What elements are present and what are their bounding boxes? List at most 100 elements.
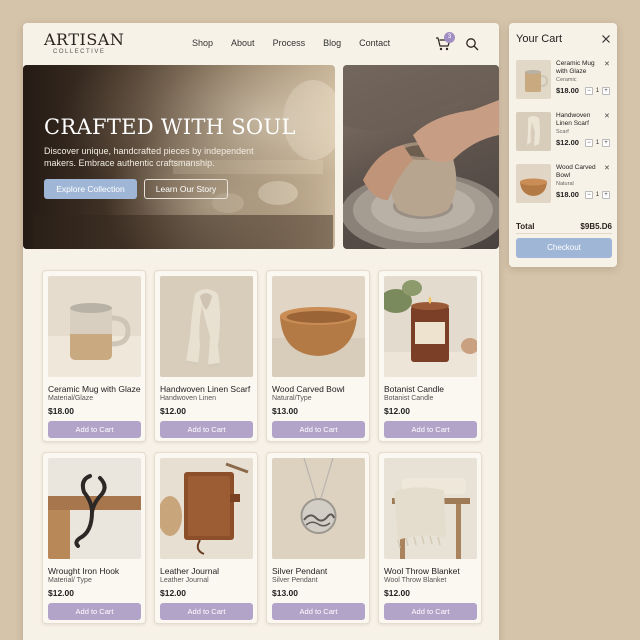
product-material: Material/ Type xyxy=(48,577,92,584)
top-nav: ARTISAN COLLECTIVE Shop About Process Bl… xyxy=(23,23,499,65)
product-price: $13.00 xyxy=(272,588,298,598)
checkout-button[interactable]: Checkout xyxy=(516,238,612,258)
nav-link-contact[interactable]: Contact xyxy=(359,38,390,48)
product-image-mug[interactable] xyxy=(48,276,141,377)
cart-item: Handwoven Linen Scarf Scarf $12.00 ✕ − 1… xyxy=(516,112,612,158)
product-material: Leather Journal xyxy=(160,577,209,584)
product-material: Wool Throw Blanket xyxy=(384,577,447,584)
cart-divider xyxy=(516,233,612,234)
add-to-cart-button[interactable]: Add to Cart xyxy=(48,421,141,438)
cart-item: Ceramic Mug with Glaze Ceramic $18.00 ✕ … xyxy=(516,60,612,106)
cart-item-name: Ceramic Mug with Glaze xyxy=(556,60,595,75)
cart-item-name: Wood Carved Bowl xyxy=(556,164,596,179)
plus-icon[interactable]: + xyxy=(602,139,610,147)
product-card[interactable]: Wool Throw Blanket Wool Throw Blanket $1… xyxy=(378,452,482,624)
nav-link-blog[interactable]: Blog xyxy=(323,38,341,48)
add-to-cart-button[interactable]: Add to Cart xyxy=(384,421,477,438)
cart-panel: Your Cart Ceramic Mug with Glaze Ceramic… xyxy=(509,23,617,267)
close-icon[interactable] xyxy=(601,34,611,44)
product-price: $18.00 xyxy=(48,406,74,416)
product-card[interactable]: Handwoven Linen Scarf Handwoven Linen $1… xyxy=(154,270,258,442)
product-price: $12.00 xyxy=(384,588,410,598)
cart-total-label: Total xyxy=(516,222,535,231)
explore-collection-button[interactable]: Explore Collection xyxy=(44,179,137,199)
product-material: Silver Pendant xyxy=(272,577,318,584)
product-image-pendant[interactable] xyxy=(272,458,365,559)
cart-item-thumb-mug xyxy=(516,60,551,99)
product-material: Material/Glaze xyxy=(48,395,94,402)
remove-item-icon[interactable]: ✕ xyxy=(604,164,610,172)
add-to-cart-button[interactable]: Add to Cart xyxy=(384,603,477,620)
product-price: $13.00 xyxy=(272,406,298,416)
product-name: Ceramic Mug with Glaze xyxy=(48,384,141,394)
remove-item-icon[interactable]: ✕ xyxy=(604,112,610,120)
product-name: Botanist Candle xyxy=(384,384,445,394)
nav-link-about[interactable]: About xyxy=(231,38,255,48)
minus-icon[interactable]: − xyxy=(585,139,593,147)
minus-icon[interactable]: − xyxy=(585,87,593,95)
product-card[interactable]: Wood Carved Bowl Natural/Type $13.00 Add… xyxy=(266,270,370,442)
remove-item-icon[interactable]: ✕ xyxy=(604,60,610,68)
cart-item-price: $18.00 xyxy=(556,86,579,95)
plus-icon[interactable]: + xyxy=(602,87,610,95)
quantity-stepper: − 1 + xyxy=(585,139,610,147)
learn-story-button[interactable]: Learn Our Story xyxy=(144,179,228,199)
product-image-blanket[interactable] xyxy=(384,458,477,559)
quantity-value: 1 xyxy=(595,140,600,146)
product-price: $12.00 xyxy=(160,588,186,598)
cart-item-desc: Natural xyxy=(556,181,574,187)
product-card[interactable]: Wrought Iron Hook Material/ Type $12.00 … xyxy=(42,452,146,624)
nav-menu: Shop About Process Blog Contact xyxy=(192,38,408,48)
product-name: Wrought Iron Hook xyxy=(48,566,120,576)
product-name: Handwoven Linen Scarf xyxy=(160,384,251,394)
product-price: $12.00 xyxy=(384,406,410,416)
product-material: Handwoven Linen xyxy=(160,395,217,402)
product-image-candle[interactable] xyxy=(384,276,477,377)
cart-item-desc: Scarf xyxy=(556,129,569,135)
cart-title: Your Cart xyxy=(516,33,563,45)
brand-name: ARTISAN xyxy=(44,30,125,49)
cart-count-badge: 3 xyxy=(444,32,455,43)
quantity-value: 1 xyxy=(595,88,600,94)
nav-link-shop[interactable]: Shop xyxy=(192,38,213,48)
product-name: Wool Throw Blanket xyxy=(384,566,460,576)
quantity-stepper: − 1 + xyxy=(585,191,610,199)
cart-item-desc: Ceramic xyxy=(556,77,577,83)
nav-link-process[interactable]: Process xyxy=(273,38,306,48)
product-image-bowl[interactable] xyxy=(272,276,365,377)
brand-logo[interactable]: ARTISAN COLLECTIVE xyxy=(44,32,124,56)
brand-tagline: COLLECTIVE xyxy=(53,49,106,55)
product-image-scarf[interactable] xyxy=(160,276,253,377)
product-card[interactable]: Leather Journal Leather Journal $12.00 A… xyxy=(154,452,258,624)
cart-total-value: $9B5.D6 xyxy=(580,222,612,231)
pottery-wheel-image xyxy=(343,65,499,249)
quantity-stepper: − 1 + xyxy=(585,87,610,95)
product-price: $12.00 xyxy=(48,588,74,598)
hero-title: CRAFTED WITH SOUL xyxy=(44,115,296,139)
add-to-cart-button[interactable]: Add to Cart xyxy=(160,421,253,438)
cart-item-price: $12.00 xyxy=(556,138,579,147)
add-to-cart-button[interactable]: Add to Cart xyxy=(272,603,365,620)
product-card[interactable]: Silver Pendant Silver Pendant $13.00 Add… xyxy=(266,452,370,624)
storefront-page: ARTISAN COLLECTIVE Shop About Process Bl… xyxy=(23,23,499,640)
minus-icon[interactable]: − xyxy=(585,191,593,199)
cart-item-price: $18.00 xyxy=(556,190,579,199)
search-icon[interactable] xyxy=(465,37,479,51)
quantity-value: 1 xyxy=(595,192,600,198)
cart-item-thumb-bowl xyxy=(516,164,551,203)
plus-icon[interactable]: + xyxy=(602,191,610,199)
product-image-hook[interactable] xyxy=(48,458,141,559)
hero-banner: CRAFTED WITH SOUL Discover unique, handc… xyxy=(23,65,335,249)
cart-item-thumb-scarf xyxy=(516,112,551,151)
add-to-cart-button[interactable]: Add to Cart xyxy=(48,603,141,620)
cart-item-name: Handwoven Linen Scarf xyxy=(556,112,591,127)
add-to-cart-button[interactable]: Add to Cart xyxy=(160,603,253,620)
add-to-cart-button[interactable]: Add to Cart xyxy=(272,421,365,438)
product-name: Silver Pendant xyxy=(272,566,328,576)
product-price: $12.00 xyxy=(160,406,186,416)
product-name: Leather Journal xyxy=(160,566,220,576)
product-card[interactable]: Ceramic Mug with Glaze Material/Glaze $1… xyxy=(42,270,146,442)
product-card[interactable]: Botanist Candle Botanist Candle $12.00 A… xyxy=(378,270,482,442)
product-image-journal[interactable] xyxy=(160,458,253,559)
hero-subtitle: Discover unique, handcrafted pieces by i… xyxy=(44,146,254,168)
